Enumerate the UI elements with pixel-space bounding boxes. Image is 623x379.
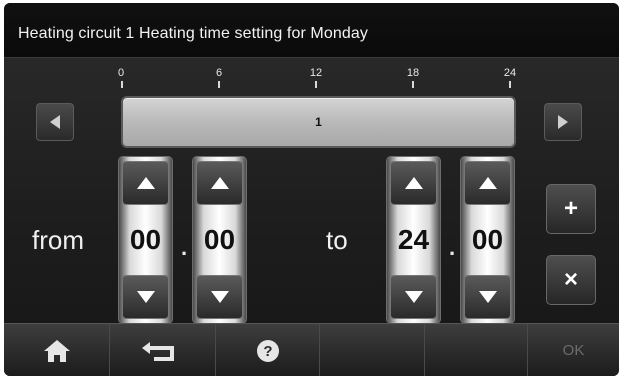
time-period-label: 1 [315,115,322,129]
next-button[interactable] [544,103,582,141]
scale-tick [121,81,123,88]
triangle-up-icon [404,177,423,189]
add-label: + [563,195,578,222]
to-separator: . [449,235,456,260]
to-minutes-down-button[interactable] [464,275,511,319]
delete-label: × [563,266,578,293]
svg-text:?: ? [263,343,272,360]
from-label: from [32,225,84,255]
title-bar: Heating circuit 1 Heating time setting f… [4,3,619,58]
scale-label-6: 6 [215,67,223,79]
delete-period-button[interactable]: × [546,255,596,305]
scale-tick [218,81,220,88]
from-minutes-down-button[interactable] [196,275,243,319]
scale-tick [509,81,511,88]
from-hours-down-button[interactable] [122,275,169,319]
footer-bar: ? OK [4,323,619,376]
to-minutes-up-button[interactable] [464,161,511,205]
home-button[interactable] [4,324,110,376]
screen: Heating circuit 1 Heating time setting f… [4,3,619,376]
triangle-up-icon [210,177,229,189]
triangle-right-icon [558,115,568,129]
from-hours-up-button[interactable] [122,161,169,205]
to-hours-down-button[interactable] [390,275,437,319]
triangle-up-icon [136,177,155,189]
triangle-down-icon [136,291,155,303]
triangle-down-icon [478,291,497,303]
to-minutes-spinner: 00 [460,156,515,324]
to-hours-value[interactable]: 24 [387,218,440,262]
scale-tick [315,81,317,88]
previous-button[interactable] [36,103,74,141]
from-minutes-value[interactable]: 00 [193,218,246,262]
from-minutes-up-button[interactable] [196,161,243,205]
triangle-up-icon [478,177,497,189]
help-button[interactable]: ? [216,324,320,376]
triangle-left-icon [50,115,60,129]
ok-button[interactable]: OK [528,324,619,376]
time-period-bar[interactable]: 1 [121,96,516,148]
back-button[interactable] [110,324,216,376]
scale-label-0: 0 [117,67,125,79]
scale-label-12: 12 [309,67,323,79]
footer-empty-slot [320,324,425,376]
home-icon [43,339,70,362]
scale-label-24: 24 [503,67,517,79]
ok-label: OK [562,342,585,359]
from-separator: . [181,235,188,260]
to-hours-up-button[interactable] [390,161,437,205]
scale-label-18: 18 [406,67,420,79]
page-title: Heating circuit 1 Heating time setting f… [18,25,368,42]
to-minutes-value[interactable]: 00 [461,218,514,262]
triangle-down-icon [210,291,229,303]
back-arrow-icon [141,341,174,361]
from-hours-spinner: 00 [118,156,173,324]
add-period-button[interactable]: + [546,184,596,234]
from-minutes-spinner: 00 [192,156,247,324]
footer-empty-slot [425,324,528,376]
scale-tick [412,81,414,88]
triangle-down-icon [404,291,423,303]
from-hours-value[interactable]: 00 [119,218,172,262]
to-hours-spinner: 24 [386,156,441,324]
to-label: to [326,225,348,255]
help-icon: ? [256,339,279,362]
